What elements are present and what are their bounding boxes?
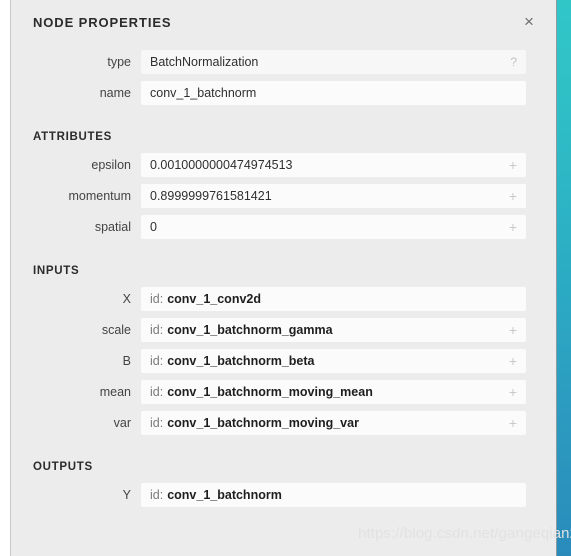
inputs-section: INPUTS X id: conv_1_conv2d scale id: con… [11, 253, 556, 435]
id-prefix-label: id: [150, 385, 164, 399]
attribute-label-spatial: spatial [94, 220, 131, 234]
output-row-y: Y id: conv_1_batchnorm [11, 483, 556, 507]
property-field-name[interactable]: conv_1_batchnorm [141, 81, 526, 105]
input-value-mean: conv_1_batchnorm_moving_mean [167, 385, 373, 399]
expand-plus-icon[interactable]: + [509, 349, 517, 373]
expand-plus-icon[interactable]: + [509, 318, 517, 342]
input-field-var[interactable]: id: conv_1_batchnorm_moving_var + [141, 411, 526, 435]
page-title: NODE PROPERTIES [33, 15, 172, 30]
panel-header: NODE PROPERTIES × [11, 0, 556, 48]
input-value-scale: conv_1_batchnorm_gamma [167, 323, 333, 337]
input-field-b[interactable]: id: conv_1_batchnorm_beta + [141, 349, 526, 373]
inputs-heading: INPUTS [33, 265, 80, 277]
input-field-mean[interactable]: id: conv_1_batchnorm_moving_mean + [141, 380, 526, 404]
screen-root: NODE PROPERTIES × type BatchNormalizatio… [0, 0, 571, 556]
expand-plus-icon[interactable]: + [509, 184, 517, 208]
input-label-mean: mean [99, 385, 131, 399]
attribute-value-momentum: 0.8999999761581421 [150, 189, 272, 203]
attribute-field-epsilon[interactable]: 0.0010000000474974513 + [141, 153, 526, 177]
input-row-b: B id: conv_1_batchnorm_beta + [11, 349, 556, 373]
node-section: type BatchNormalization ? name conv_1_ba… [11, 48, 556, 105]
expand-plus-icon[interactable]: + [509, 153, 517, 177]
id-prefix-label: id: [150, 323, 164, 337]
property-label-name: name [99, 86, 131, 100]
input-value-b: conv_1_batchnorm_beta [167, 354, 315, 368]
outputs-section: OUTPUTS Y id: conv_1_batchnorm [11, 449, 556, 507]
input-label-x: X [122, 292, 131, 306]
attribute-label-momentum: momentum [68, 189, 131, 203]
expand-plus-icon[interactable]: + [509, 411, 517, 435]
id-prefix-label: id: [150, 354, 164, 368]
property-value-type: BatchNormalization [150, 55, 259, 69]
input-row-var: var id: conv_1_batchnorm_moving_var + [11, 411, 556, 435]
property-row-name: name conv_1_batchnorm [11, 81, 556, 105]
attributes-section: ATTRIBUTES epsilon 0.0010000000474974513… [11, 119, 556, 239]
attribute-field-spatial[interactable]: 0 + [141, 215, 526, 239]
input-row-x: X id: conv_1_conv2d [11, 287, 556, 311]
id-prefix-label: id: [150, 292, 164, 306]
input-value-var: conv_1_batchnorm_moving_var [167, 416, 359, 430]
property-row-type: type BatchNormalization ? [11, 50, 556, 74]
accent-strip [557, 0, 571, 556]
input-label-scale: scale [101, 323, 131, 337]
close-icon[interactable]: × [516, 9, 542, 35]
input-value-x: conv_1_conv2d [167, 292, 261, 306]
input-label-b: B [122, 354, 131, 368]
id-prefix-label: id: [150, 488, 164, 502]
property-label-type: type [107, 55, 131, 69]
attribute-field-momentum[interactable]: 0.8999999761581421 + [141, 184, 526, 208]
output-value-y: conv_1_batchnorm [167, 488, 282, 502]
property-value-name: conv_1_batchnorm [150, 86, 257, 100]
attribute-row-spatial: spatial 0 + [11, 215, 556, 239]
property-field-type[interactable]: BatchNormalization ? [141, 50, 526, 74]
input-label-var: var [113, 416, 131, 430]
input-row-mean: mean id: conv_1_batchnorm_moving_mean + [11, 380, 556, 404]
attribute-row-epsilon: epsilon 0.0010000000474974513 + [11, 153, 556, 177]
attribute-value-epsilon: 0.0010000000474974513 [150, 158, 293, 172]
outputs-heading: OUTPUTS [33, 461, 93, 473]
input-row-scale: scale id: conv_1_batchnorm_gamma + [11, 318, 556, 342]
expand-plus-icon[interactable]: + [509, 380, 517, 404]
input-field-x[interactable]: id: conv_1_conv2d [141, 287, 526, 311]
attribute-label-epsilon: epsilon [91, 158, 131, 172]
output-field-y[interactable]: id: conv_1_batchnorm [141, 483, 526, 507]
attribute-value-spatial: 0 [150, 220, 157, 234]
output-label-y: Y [122, 488, 131, 502]
id-prefix-label: id: [150, 416, 164, 430]
help-icon[interactable]: ? [510, 50, 517, 74]
attribute-row-momentum: momentum 0.8999999761581421 + [11, 184, 556, 208]
node-properties-panel: NODE PROPERTIES × type BatchNormalizatio… [10, 0, 556, 556]
attributes-heading: ATTRIBUTES [33, 131, 112, 143]
expand-plus-icon[interactable]: + [509, 215, 517, 239]
input-field-scale[interactable]: id: conv_1_batchnorm_gamma + [141, 318, 526, 342]
